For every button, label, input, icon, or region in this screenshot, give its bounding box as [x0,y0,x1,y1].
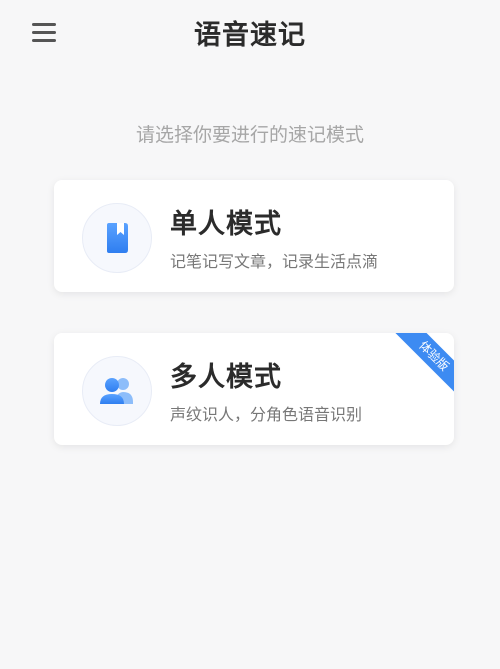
single-mode-title: 单人模式 [170,209,282,240]
trial-badge-wrap: 体验版 [394,333,454,393]
single-mode-icon-circle [82,203,152,273]
app-header: 语音速记 [0,0,500,66]
bookmark-icon [107,223,128,253]
single-mode-card[interactable]: 单人模式 记笔记写文章，记录生活点滴 [54,180,454,292]
single-mode-desc: 记笔记写文章，记录生活点滴 [170,252,379,271]
trial-badge: 体验版 [394,333,454,393]
users-icon [100,378,133,404]
multi-mode-card[interactable]: 多人模式 声纹识人，分角色语音识别 体验版 [54,333,454,445]
page-title: 语音速记 [194,20,306,51]
mode-prompt: 请选择你要进行的速记模式 [135,124,364,146]
multi-mode-title: 多人模式 [170,362,282,393]
multi-mode-desc: 声纹识人，分角色语音识别 [170,405,363,424]
multi-mode-icon-circle [82,356,152,426]
